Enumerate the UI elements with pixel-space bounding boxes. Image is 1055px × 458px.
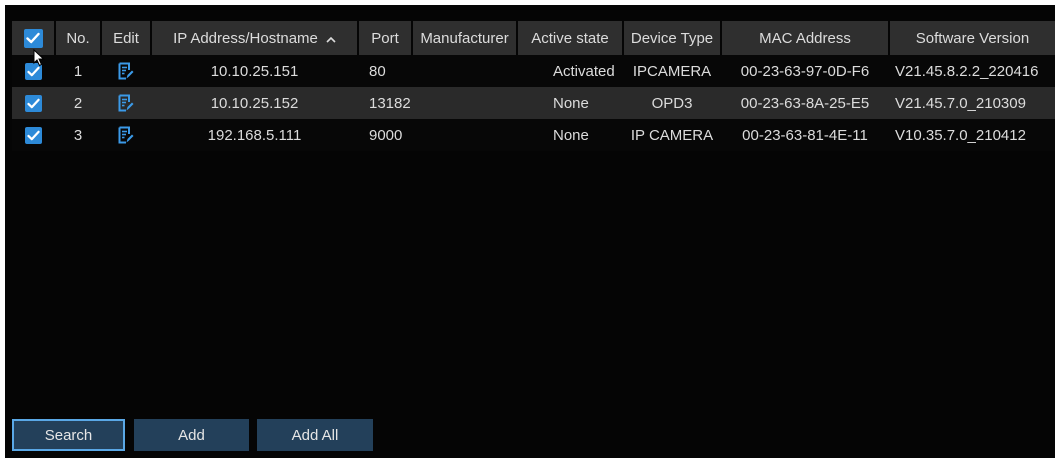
edit-icon[interactable]: [118, 126, 134, 144]
table-row[interactable]: 3 192.168.5.111 9000 None IP CAMERA 00-2…: [12, 119, 1055, 151]
row-device-type: IP CAMERA: [630, 126, 714, 144]
row-select-cell[interactable]: [12, 119, 54, 151]
row-manufacturer: [413, 87, 516, 119]
row-software-version: V21.45.7.0_210309: [895, 94, 1026, 112]
edit-icon[interactable]: [118, 62, 134, 80]
row-port: 80: [369, 62, 386, 80]
column-header-ip-address-label: IP Address/Hostname: [173, 29, 318, 47]
row-checkbox[interactable]: [24, 126, 42, 144]
add-button[interactable]: Add: [134, 419, 249, 451]
checkmark-icon: [26, 32, 40, 44]
column-header-ip-address[interactable]: IP Address/Hostname: [152, 21, 357, 55]
column-header-active-state[interactable]: Active state: [518, 21, 622, 55]
row-active-state: None: [553, 126, 589, 144]
edit-icon[interactable]: [118, 94, 134, 112]
row-active-state: Activated: [553, 62, 615, 80]
device-table: No. Edit IP Address/Hostname Port Manufa…: [12, 21, 1055, 151]
column-header-no[interactable]: No.: [56, 21, 100, 55]
row-software-version: V10.35.7.0_210412: [895, 126, 1026, 144]
table-row[interactable]: 2 10.10.25.152 13182 None OPD3 00-23-63-…: [12, 87, 1055, 119]
row-ip-address: 10.10.25.152: [210, 94, 299, 112]
row-number: 3: [73, 126, 83, 144]
row-select-cell[interactable]: [12, 55, 54, 87]
row-number: 1: [73, 62, 83, 80]
row-device-type: IPCAMERA: [632, 62, 712, 80]
column-header-manufacturer[interactable]: Manufacturer: [413, 21, 516, 55]
row-port: 9000: [369, 126, 403, 144]
add-all-button[interactable]: Add All: [257, 419, 373, 451]
row-mac-address: 00-23-63-81-4E-11: [742, 126, 868, 144]
column-header-mac-address[interactable]: MAC Address: [722, 21, 888, 55]
row-mac-address: 00-23-63-8A-25-E5: [740, 94, 870, 112]
row-mac-address: 00-23-63-97-0D-F6: [740, 62, 870, 80]
column-header-port[interactable]: Port: [359, 21, 411, 55]
row-checkbox[interactable]: [24, 62, 42, 80]
row-edit-cell[interactable]: [102, 119, 150, 151]
row-software-version: V21.45.8.2.2_220416: [895, 62, 1039, 80]
device-search-panel: No. Edit IP Address/Hostname Port Manufa…: [5, 5, 1055, 458]
row-ip-address: 192.168.5.111: [207, 126, 302, 144]
checkmark-icon: [26, 130, 40, 140]
row-select-cell[interactable]: [12, 87, 54, 119]
row-port: 13182: [369, 94, 411, 112]
row-checkbox[interactable]: [24, 94, 42, 112]
row-manufacturer: [413, 119, 516, 151]
row-device-type: OPD3: [651, 94, 693, 112]
select-all-checkbox[interactable]: [23, 28, 43, 48]
checkmark-icon: [26, 66, 40, 76]
search-button[interactable]: Search: [12, 419, 125, 451]
row-number: 2: [73, 94, 83, 112]
column-header-edit[interactable]: Edit: [102, 21, 150, 55]
row-manufacturer: [413, 55, 516, 87]
table-row[interactable]: 1 10.10.25.151 80 Activated IPCAMERA 00-…: [12, 55, 1055, 87]
column-header-device-type[interactable]: Device Type: [624, 21, 720, 55]
checkmark-icon: [26, 98, 40, 108]
row-active-state: None: [553, 94, 589, 112]
header-select-all[interactable]: [12, 21, 54, 55]
row-edit-cell[interactable]: [102, 55, 150, 87]
row-edit-cell[interactable]: [102, 87, 150, 119]
row-ip-address: 10.10.25.151: [210, 62, 299, 80]
sort-ascending-icon[interactable]: [326, 30, 336, 47]
table-header: No. Edit IP Address/Hostname Port Manufa…: [12, 21, 1055, 55]
column-header-software-version[interactable]: Software Version: [890, 21, 1055, 55]
